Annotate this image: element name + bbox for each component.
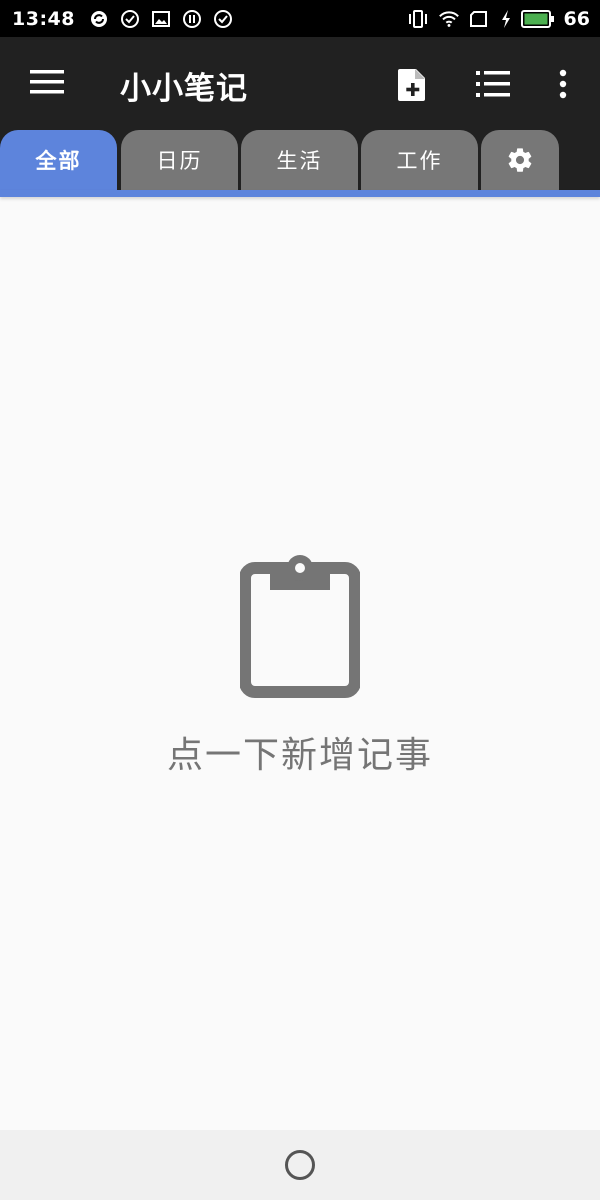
tab-calendar[interactable]: 日历 (121, 130, 238, 190)
vibrate-icon (407, 8, 429, 30)
sync-icon (88, 8, 110, 30)
add-note-icon (398, 69, 425, 101)
tab-indicator-bar (0, 190, 600, 197)
check-circle-icon (212, 8, 234, 30)
tab-strip: 全部 日历 生活 工作 (0, 130, 600, 190)
gear-icon (508, 148, 532, 172)
battery-icon (520, 8, 555, 30)
status-bar: 13:48 66 (0, 0, 600, 37)
check-circle-icon (119, 8, 141, 30)
list-view-button[interactable] (470, 61, 516, 107)
status-left: 13:48 (12, 8, 234, 30)
list-icon (476, 71, 510, 97)
tab-settings[interactable] (481, 130, 559, 190)
home-circle-icon[interactable] (285, 1150, 315, 1180)
clipboard-icon[interactable] (239, 548, 361, 698)
wifi-icon (438, 8, 460, 30)
empty-state-hint[interactable]: 点一下新增记事 (0, 726, 600, 778)
tab-work[interactable]: 工作 (361, 130, 478, 190)
status-time: 13:48 (12, 7, 75, 30)
app-bar: 小小笔记 (0, 37, 600, 130)
status-right: 66 (407, 8, 590, 30)
nav-bar (0, 1130, 600, 1200)
sim-icon (469, 8, 491, 30)
add-note-button[interactable] (390, 61, 436, 107)
more-options-button[interactable] (540, 61, 586, 107)
more-vert-icon (559, 69, 567, 99)
image-icon (150, 8, 172, 30)
hamburger-menu-icon (30, 70, 64, 94)
tab-life[interactable]: 生活 (241, 130, 358, 190)
charging-icon (500, 8, 512, 30)
battery-level: 66 (563, 7, 590, 30)
pause-circle-icon (181, 8, 203, 30)
app-title: 小小笔记 (120, 71, 248, 107)
menu-button[interactable] (24, 59, 70, 105)
tab-all[interactable]: 全部 (0, 130, 117, 190)
